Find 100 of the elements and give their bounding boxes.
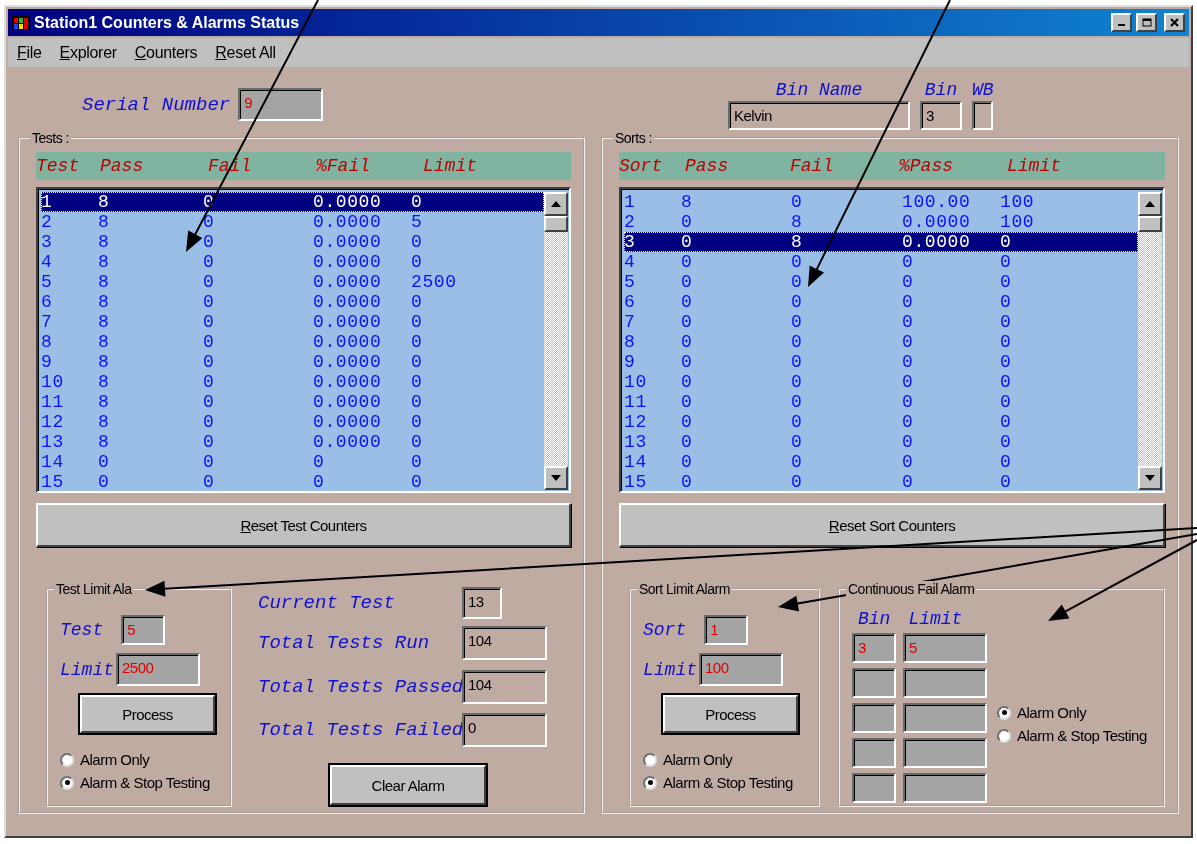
list-cell-text: 0 [313,472,326,490]
list-row[interactable]: 9 0 0 0 0 [624,352,1138,372]
process-button[interactable]: Process [663,695,798,733]
list-cell-text: 0 [791,392,804,412]
radio-option[interactable]: Alarm & Stop Testing [60,774,230,791]
list-row[interactable]: 5 0 0 0 0 [624,272,1138,292]
radio-button[interactable] [643,775,657,790]
maximize-button[interactable] [1136,13,1157,32]
list-row[interactable]: 4 8 0 0.0000 0 [41,252,544,272]
list-row[interactable]: 8 0 0 0 0 [624,332,1138,352]
scroll-up-icon[interactable] [544,192,568,216]
list-cell-text: 0 [1000,332,1013,352]
list-row[interactable]: 3 0 8 0.0000 0 [624,232,1138,252]
list-cell-text: 0 [681,312,694,332]
list-cell-text: 9 [41,352,54,372]
list-row[interactable]: 9 8 0 0.0000 0 [41,352,544,372]
list-row[interactable]: 3 8 0 0.0000 0 [41,232,544,252]
scroll-up-icon[interactable] [1138,192,1162,216]
reset-counters-button[interactable]: Reset Sort Counters [619,503,1165,547]
list-row[interactable]: 10 0 0 0 0 [624,372,1138,392]
list-row[interactable]: 1 8 0 100.00 100 [624,192,1138,212]
menu-item[interactable]: Reset All [215,43,276,62]
list-row[interactable]: 10 8 0 0.0000 0 [41,372,544,392]
list-row[interactable]: 7 0 0 0 0 [624,312,1138,332]
input-field[interactable] [903,738,987,768]
list-row[interactable]: 8 8 0 0.0000 0 [41,332,544,352]
list-row[interactable]: 13 8 0 0.0000 0 [41,432,544,452]
process-button[interactable]: Process [80,695,215,733]
list-row[interactable]: 6 0 0 0 0 [624,292,1138,312]
radio-option[interactable]: Alarm & Stop Testing [643,774,818,791]
list-cell-text: 0 [902,292,915,312]
list-cell-text: 3 [624,232,637,252]
input-field[interactable] [903,703,987,733]
scroll-thumb[interactable] [544,216,568,232]
scroll-down-icon[interactable] [1138,466,1162,490]
radio-button[interactable] [60,775,74,790]
list-cell-text: 8 [98,352,111,372]
clear-alarm-button[interactable]: Clear Alarm [330,765,486,805]
list-row[interactable]: 11 8 0 0.0000 0 [41,392,544,412]
list-row[interactable]: 7 8 0 0.0000 0 [41,312,544,332]
radio-button[interactable] [643,752,657,767]
radio-option[interactable]: Alarm Only [997,704,1147,721]
input-field[interactable]: 3 [920,101,962,130]
stat-label: Total Tests Failed [258,719,462,741]
radio-option[interactable]: Alarm Only [643,751,818,768]
close-button[interactable] [1164,13,1185,32]
radio-option[interactable]: Alarm Only [60,751,230,768]
input-field[interactable] [852,738,896,768]
list-row[interactable]: 6 8 0 0.0000 0 [41,292,544,312]
list-cell-text: 0 [411,392,424,412]
menu-item[interactable]: File [17,43,42,62]
readout-field: 104 [462,670,547,704]
minimize-button[interactable] [1111,13,1132,32]
radio-button[interactable] [60,752,74,767]
group-title: Tests : [30,130,71,146]
list-cell-text: 0 [313,452,326,472]
list-cell-text: 8 [98,212,111,232]
list-row[interactable]: 11 0 0 0 0 [624,392,1138,412]
input-field[interactable] [852,668,896,698]
list-cell-text: 0 [681,372,694,392]
scroll-down-icon[interactable] [544,466,568,490]
radio-button[interactable] [997,705,1011,720]
field-label: Test [60,620,104,640]
input-field[interactable] [903,668,987,698]
scroll-thumb[interactable] [1138,216,1162,232]
list-cell-text: 0 [1000,432,1013,452]
input-field[interactable] [972,101,994,130]
list-row[interactable]: 4 0 0 0 0 [624,252,1138,272]
reset-counters-button[interactable]: Reset Test Counters [36,503,571,547]
stat-label: Total Tests Run [258,632,431,654]
input-field[interactable] [903,773,987,803]
list-row[interactable]: 12 8 0 0.0000 0 [41,412,544,432]
list-cell-text: 0 [1000,312,1013,332]
list-row[interactable]: 2 0 8 0.0000 100 [624,212,1138,232]
list-cell-text: 0 [1000,372,1013,392]
list-cell-text: 0 [791,372,804,392]
list-row[interactable]: 12 0 0 0 0 [624,412,1138,432]
list-cell-text: 0 [1000,472,1013,490]
list-cell-text: 0 [902,452,915,472]
input-field[interactable] [852,773,896,803]
list-cell-text: 0 [791,292,804,312]
scrollbar[interactable] [1138,192,1162,490]
column-header: %Pass [899,156,954,176]
list-row[interactable]: 2 8 0 0.0000 5 [41,212,544,232]
list-row[interactable]: 14 0 0 0 0 [41,452,544,472]
list-row[interactable]: 15 0 0 0 0 [624,472,1138,490]
menu-item[interactable]: Counters [134,43,198,62]
input-field[interactable] [852,703,896,733]
list-row[interactable]: 14 0 0 0 0 [624,452,1138,472]
scrollbar[interactable] [544,192,568,490]
radio-button[interactable] [997,728,1011,743]
input-field[interactable]: Kelvin [728,101,910,130]
list-row[interactable]: 5 8 0 0.0000 2500 [41,272,544,292]
column-header: Pass [685,156,730,176]
radio-option[interactable]: Alarm & Stop Testing [997,727,1147,744]
list-row[interactable]: 13 0 0 0 0 [624,432,1138,452]
menu-item[interactable]: Explorer [59,43,117,62]
list-row[interactable]: 15 0 0 0 0 [41,472,544,490]
list-cell-text: 0 [203,232,216,252]
column-header: Test [36,156,81,176]
